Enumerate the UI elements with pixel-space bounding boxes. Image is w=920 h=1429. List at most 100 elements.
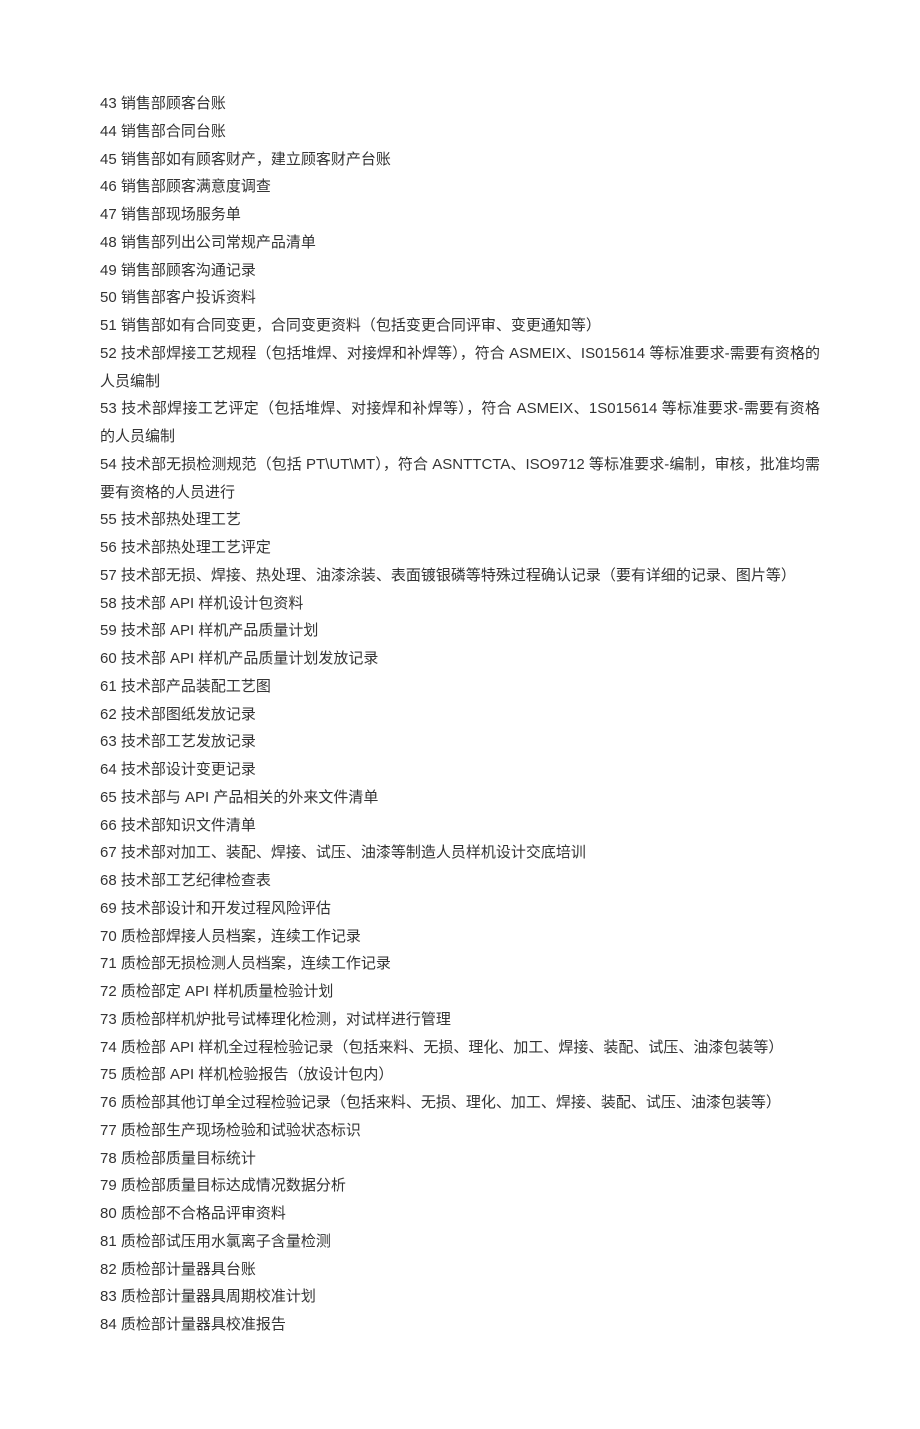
list-item: 61 技术部产品装配工艺图 (100, 673, 820, 701)
list-item: 84 质检部计量器具校准报告 (100, 1311, 820, 1339)
list-item: 74 质检部 API 样机全过程检验记录（包括来料、无损、理化、加工、焊接、装配… (100, 1034, 820, 1062)
list-item: 65 技术部与 API 产品相关的外来文件清单 (100, 784, 820, 812)
document-list: 43 销售部顾客台账44 销售部合同台账45 销售部如有顾客财产，建立顾客财产台… (100, 90, 820, 1339)
item-number: 80 (100, 1205, 117, 1222)
item-text: 技术部焊接工艺规程（包括堆焊、对接焊和补焊等），符合 ASMEIX、IS0156… (100, 345, 820, 390)
item-number: 82 (100, 1261, 117, 1278)
item-number: 58 (100, 595, 117, 612)
list-item: 72 质检部定 API 样机质量检验计划 (100, 978, 820, 1006)
item-text: 技术部热处理工艺 (121, 511, 241, 528)
item-text: 技术部 API 样机设计包资料 (121, 595, 304, 612)
list-item: 66 技术部知识文件清单 (100, 812, 820, 840)
item-number: 76 (100, 1094, 117, 1111)
item-number: 78 (100, 1150, 117, 1167)
list-item: 78 质检部质量目标统计 (100, 1145, 820, 1173)
item-text: 销售部客户投诉资料 (121, 289, 256, 306)
item-text: 销售部顾客沟通记录 (121, 262, 256, 279)
item-text: 技术部设计变更记录 (121, 761, 256, 778)
item-number: 44 (100, 123, 117, 140)
list-item: 46 销售部顾客满意度调查 (100, 173, 820, 201)
list-item: 60 技术部 API 样机产品质量计划发放记录 (100, 645, 820, 673)
item-text: 技术部 API 样机产品质量计划 (121, 622, 319, 639)
item-text: 质检部生产现场检验和试验状态标识 (121, 1122, 361, 1139)
item-text: 技术部设计和开发过程风险评估 (121, 900, 331, 917)
item-text: 质检部 API 样机全过程检验记录（包括来料、无损、理化、加工、焊接、装配、试压… (121, 1039, 784, 1056)
item-text: 质检部计量器具周期校准计划 (121, 1288, 316, 1305)
list-item: 69 技术部设计和开发过程风险评估 (100, 895, 820, 923)
item-number: 70 (100, 928, 117, 945)
list-item: 56 技术部热处理工艺评定 (100, 534, 820, 562)
item-number: 51 (100, 317, 117, 334)
item-text: 技术部无损、焊接、热处理、油漆涂装、表面镀银磷等特殊过程确认记录（要有详细的记录… (121, 567, 796, 584)
item-text: 技术部焊接工艺评定（包括堆焊、对接焊和补焊等），符合 ASMEIX、1S0156… (100, 400, 820, 445)
list-item: 67 技术部对加工、装配、焊接、试压、油漆等制造人员样机设计交底培训 (100, 839, 820, 867)
item-text: 质检部定 API 样机质量检验计划 (121, 983, 334, 1000)
item-text: 技术部图纸发放记录 (121, 706, 256, 723)
list-item: 48 销售部列出公司常规产品清单 (100, 229, 820, 257)
item-number: 53 (100, 400, 117, 417)
item-number: 69 (100, 900, 117, 917)
item-number: 60 (100, 650, 117, 667)
list-item: 45 销售部如有顾客财产，建立顾客财产台账 (100, 146, 820, 174)
item-number: 55 (100, 511, 117, 528)
item-number: 72 (100, 983, 117, 1000)
item-number: 65 (100, 789, 117, 806)
list-item: 76 质检部其他订单全过程检验记录（包括来料、无损、理化、加工、焊接、装配、试压… (100, 1089, 820, 1117)
item-text: 技术部对加工、装配、焊接、试压、油漆等制造人员样机设计交底培训 (121, 844, 586, 861)
list-item: 82 质检部计量器具台账 (100, 1256, 820, 1284)
list-item: 71 质检部无损检测人员档案，连续工作记录 (100, 950, 820, 978)
item-text: 技术部工艺发放记录 (121, 733, 256, 750)
list-item: 54 技术部无损检测规范（包括 PT\UT\MT），符合 ASNTTCTA、IS… (100, 451, 820, 507)
item-number: 73 (100, 1011, 117, 1028)
item-text: 质检部试压用水氯离子含量检测 (121, 1233, 331, 1250)
item-text: 质检部计量器具台账 (121, 1261, 256, 1278)
list-item: 68 技术部工艺纪律检查表 (100, 867, 820, 895)
item-number: 57 (100, 567, 117, 584)
item-number: 75 (100, 1066, 117, 1083)
list-item: 57 技术部无损、焊接、热处理、油漆涂装、表面镀银磷等特殊过程确认记录（要有详细… (100, 562, 820, 590)
item-number: 84 (100, 1316, 117, 1333)
list-item: 50 销售部客户投诉资料 (100, 284, 820, 312)
item-text: 质检部无损检测人员档案，连续工作记录 (121, 955, 391, 972)
list-item: 64 技术部设计变更记录 (100, 756, 820, 784)
list-item: 79 质检部质量目标达成情况数据分析 (100, 1172, 820, 1200)
list-item: 58 技术部 API 样机设计包资料 (100, 590, 820, 618)
list-item: 47 销售部现场服务单 (100, 201, 820, 229)
item-text: 销售部顾客满意度调查 (121, 178, 271, 195)
item-number: 71 (100, 955, 117, 972)
item-text: 销售部列出公司常规产品清单 (121, 234, 316, 251)
list-item: 59 技术部 API 样机产品质量计划 (100, 617, 820, 645)
list-item: 43 销售部顾客台账 (100, 90, 820, 118)
item-number: 66 (100, 817, 117, 834)
item-text: 技术部产品装配工艺图 (121, 678, 271, 695)
list-item: 44 销售部合同台账 (100, 118, 820, 146)
item-text: 销售部顾客台账 (121, 95, 226, 112)
item-number: 45 (100, 151, 117, 168)
list-item: 55 技术部热处理工艺 (100, 506, 820, 534)
item-text: 技术部 API 样机产品质量计划发放记录 (121, 650, 379, 667)
list-item: 52 技术部焊接工艺规程（包括堆焊、对接焊和补焊等），符合 ASMEIX、IS0… (100, 340, 820, 396)
item-number: 54 (100, 456, 117, 473)
item-number: 77 (100, 1122, 117, 1139)
item-number: 46 (100, 178, 117, 195)
list-item: 62 技术部图纸发放记录 (100, 701, 820, 729)
list-item: 49 销售部顾客沟通记录 (100, 257, 820, 285)
item-text: 技术部工艺纪律检查表 (121, 872, 271, 889)
item-number: 52 (100, 345, 117, 362)
item-number: 67 (100, 844, 117, 861)
item-number: 56 (100, 539, 117, 556)
item-number: 49 (100, 262, 117, 279)
item-number: 68 (100, 872, 117, 889)
list-item: 53 技术部焊接工艺评定（包括堆焊、对接焊和补焊等），符合 ASMEIX、1S0… (100, 395, 820, 451)
item-number: 63 (100, 733, 117, 750)
list-item: 83 质检部计量器具周期校准计划 (100, 1283, 820, 1311)
list-item: 77 质检部生产现场检验和试验状态标识 (100, 1117, 820, 1145)
item-text: 质检部不合格品评审资料 (121, 1205, 286, 1222)
item-number: 59 (100, 622, 117, 639)
item-text: 技术部无损检测规范（包括 PT\UT\MT），符合 ASNTTCTA、ISO97… (100, 456, 820, 501)
list-item: 51 销售部如有合同变更，合同变更资料（包括变更合同评审、变更通知等） (100, 312, 820, 340)
item-text: 销售部如有合同变更，合同变更资料（包括变更合同评审、变更通知等） (121, 317, 601, 334)
item-text: 质检部焊接人员档案，连续工作记录 (121, 928, 361, 945)
item-number: 62 (100, 706, 117, 723)
item-text: 技术部热处理工艺评定 (121, 539, 271, 556)
